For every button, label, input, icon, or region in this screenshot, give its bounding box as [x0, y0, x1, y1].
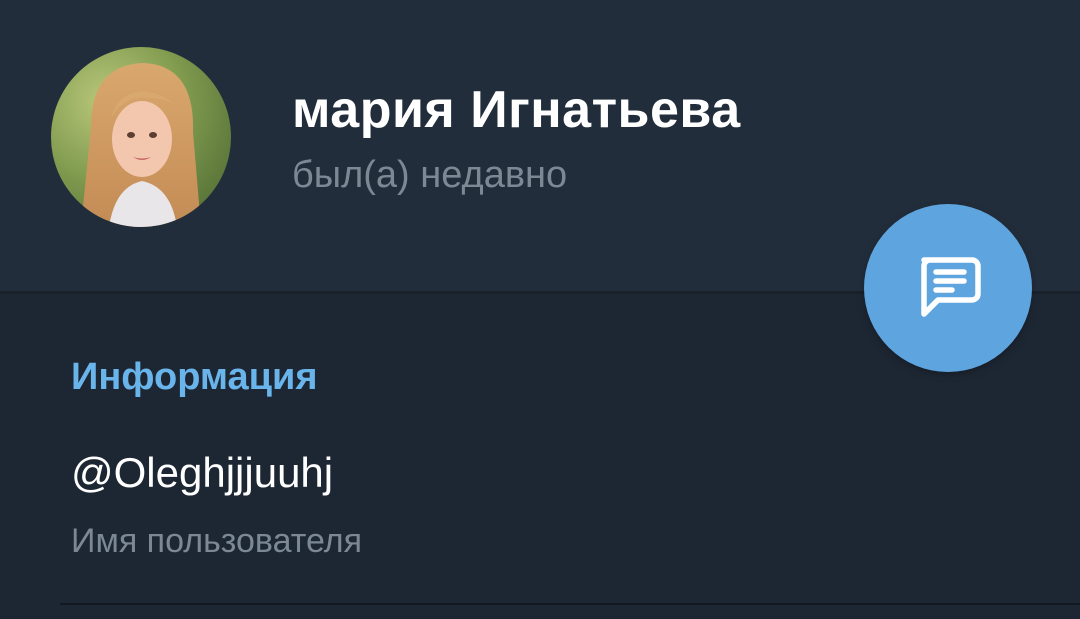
profile-avatar[interactable] — [51, 47, 231, 227]
info-section-title: Информация — [71, 356, 318, 398]
profile-status: был(а) недавно — [292, 154, 568, 196]
message-icon — [914, 252, 982, 325]
send-message-button[interactable] — [864, 204, 1032, 372]
row-divider — [60, 603, 1080, 605]
profile-name: мария Игнатьева — [292, 81, 741, 139]
username-value[interactable]: @Oleghjjjuuhj — [71, 449, 333, 497]
username-label: Имя пользователя — [71, 522, 362, 560]
